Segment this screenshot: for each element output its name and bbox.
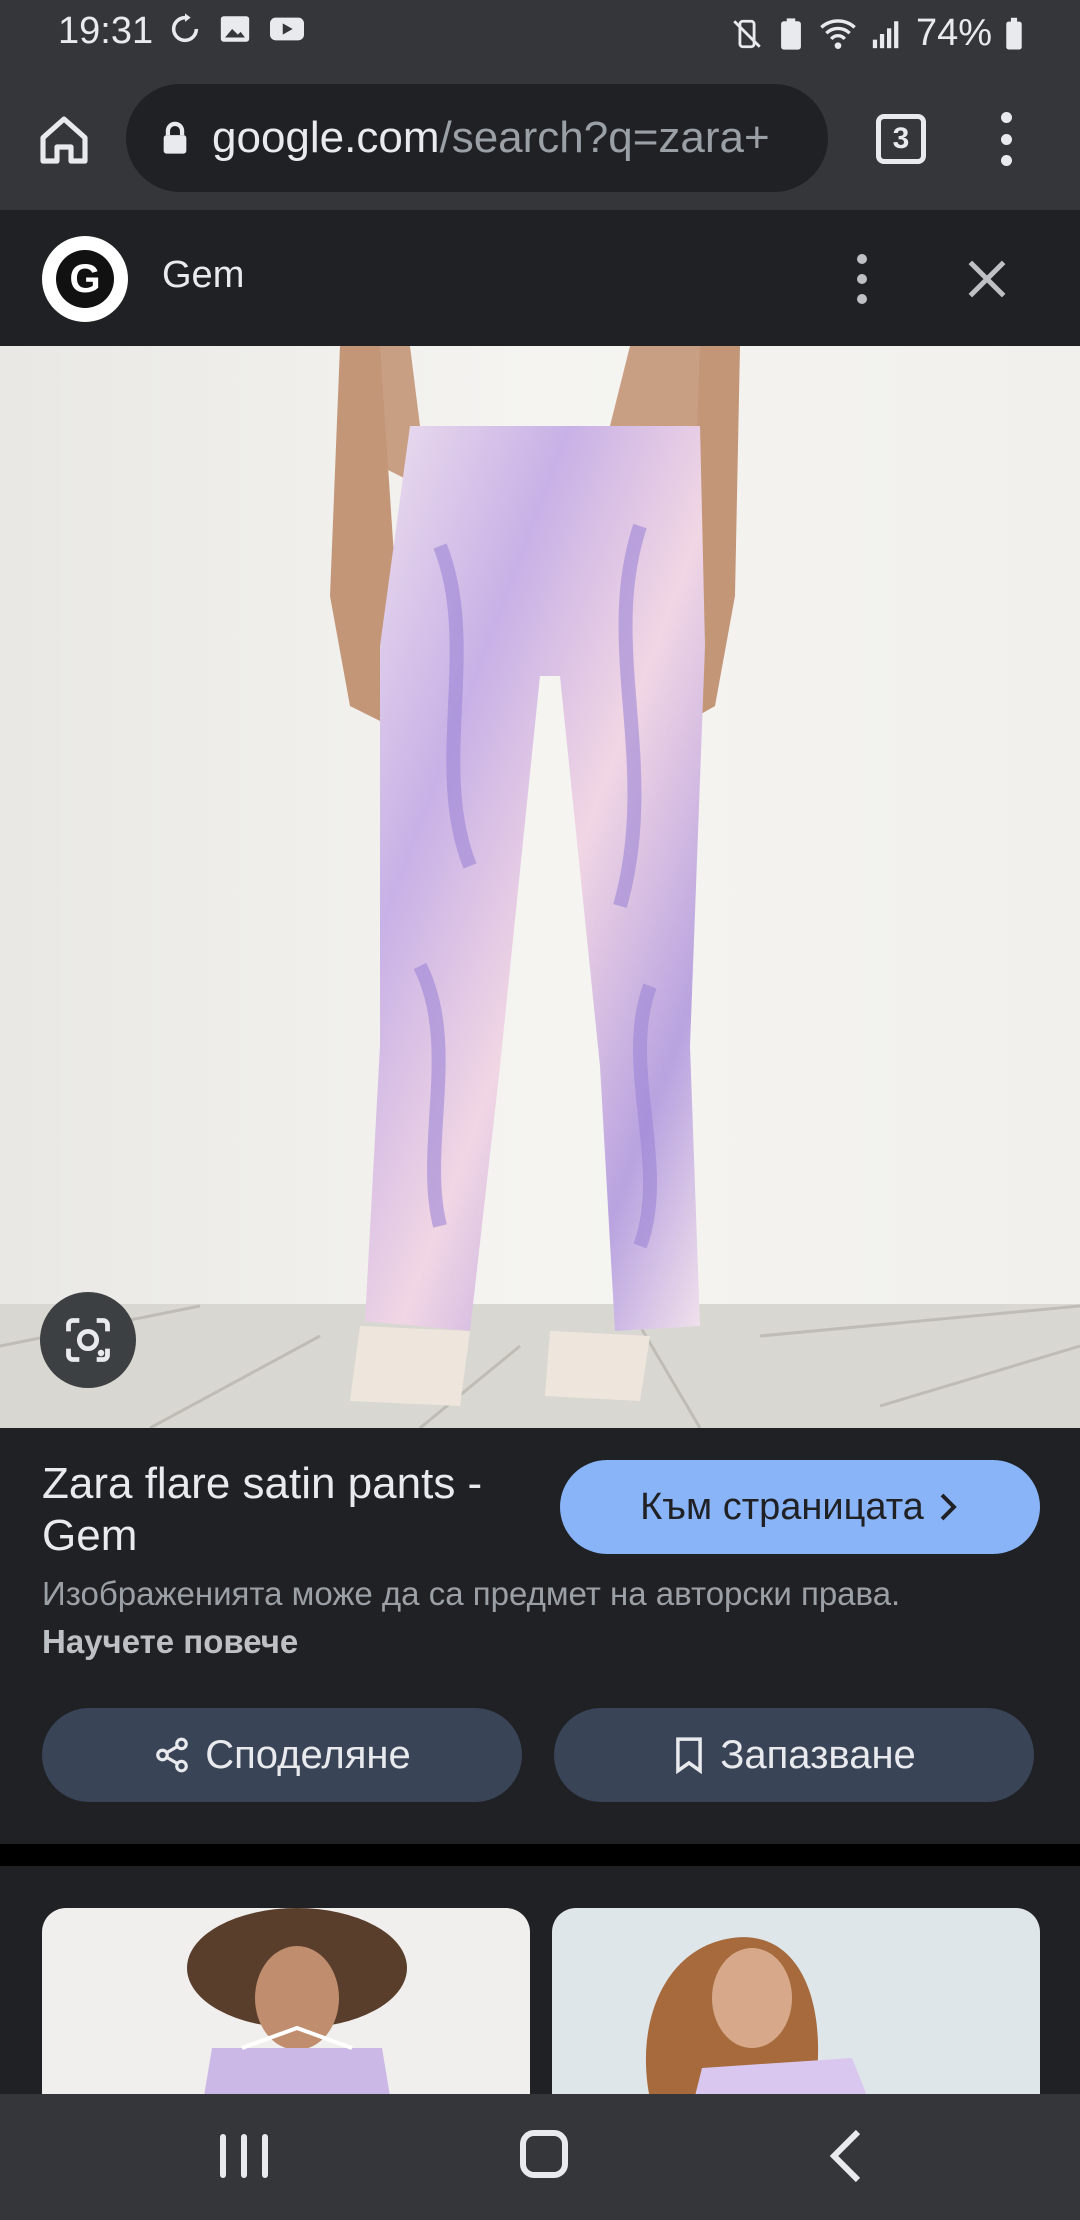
- save-label: Запазване: [720, 1732, 916, 1777]
- url-host: google.com: [212, 113, 440, 162]
- url-path: /search?q=zara+: [439, 113, 770, 162]
- gallery-icon: [220, 16, 250, 42]
- bookmark-icon: [676, 1737, 703, 1774]
- sync-icon: [171, 13, 199, 43]
- system-icons: 74%: [730, 12, 1024, 55]
- battery-percent: 74%: [915, 12, 992, 54]
- status-bar: 19:31 74%: [0, 0, 1080, 66]
- result-title: Zara flare satin pants - Gem: [42, 1459, 483, 1560]
- related-image-thumbnail[interactable]: [42, 1908, 530, 2108]
- nav-home-button[interactable]: [520, 2130, 568, 2178]
- product-photo-illustration: [0, 346, 1080, 1428]
- youtube-icon: [270, 17, 304, 41]
- visit-page-button[interactable]: Към страницата: [560, 1460, 1040, 1554]
- signal-icon: [872, 20, 899, 48]
- address-bar[interactable]: google.com/search?q=zara+: [126, 84, 828, 192]
- browser-toolbar: google.com/search?q=zara+ 3: [0, 66, 1080, 210]
- back-icon[interactable]: [826, 2128, 866, 2184]
- result-info-panel: Zara flare satin pants - Gem Към страниц…: [0, 1428, 1080, 1844]
- lock-icon: [163, 121, 187, 154]
- url-text: google.com/search?q=zara+: [212, 113, 770, 163]
- more-vert-icon[interactable]: [990, 106, 1022, 172]
- google-lens-button[interactable]: [40, 1292, 136, 1388]
- home-button[interactable]: [30, 106, 98, 174]
- share-icon: [156, 1737, 189, 1773]
- google-lens-icon: [66, 1318, 110, 1362]
- close-icon[interactable]: [962, 254, 1012, 304]
- more-options-icon[interactable]: [852, 254, 872, 304]
- recent-apps-button[interactable]: [220, 2134, 268, 2178]
- save-button[interactable]: Запазване: [554, 1708, 1034, 1802]
- product-image[interactable]: [0, 346, 1080, 1428]
- share-button[interactable]: Споделяне: [42, 1708, 522, 1802]
- battery-icon: [1006, 17, 1022, 49]
- notification-icons: [168, 12, 306, 46]
- related-images: [0, 1866, 1080, 2108]
- copyright-text: Изображенията може да са предмет на авто…: [42, 1575, 901, 1612]
- site-logo: G: [42, 236, 128, 322]
- home-icon: [40, 116, 88, 164]
- site-header: G Gem: [0, 210, 1080, 346]
- tab-switcher-button[interactable]: 3: [876, 114, 926, 164]
- vibrate-mute-icon: [733, 19, 761, 48]
- status-time: 19:31: [58, 10, 154, 52]
- site-logo-letter: G: [56, 250, 114, 308]
- site-name: Gem: [162, 254, 245, 296]
- learn-more-link[interactable]: Научете повече: [42, 1623, 298, 1660]
- system-navigation-bar: [0, 2094, 1080, 2220]
- share-label: Споделяне: [205, 1732, 411, 1777]
- battery-saver-icon: [781, 17, 801, 50]
- copyright-notice: Изображенията може да са предмет на авто…: [42, 1570, 942, 1666]
- wifi-icon: [820, 18, 856, 49]
- related-image-thumbnail[interactable]: [552, 1908, 1040, 2108]
- section-divider: [0, 1844, 1080, 1866]
- chevron-right-icon: [940, 1493, 957, 1521]
- visit-page-label: Към страницата: [640, 1485, 924, 1528]
